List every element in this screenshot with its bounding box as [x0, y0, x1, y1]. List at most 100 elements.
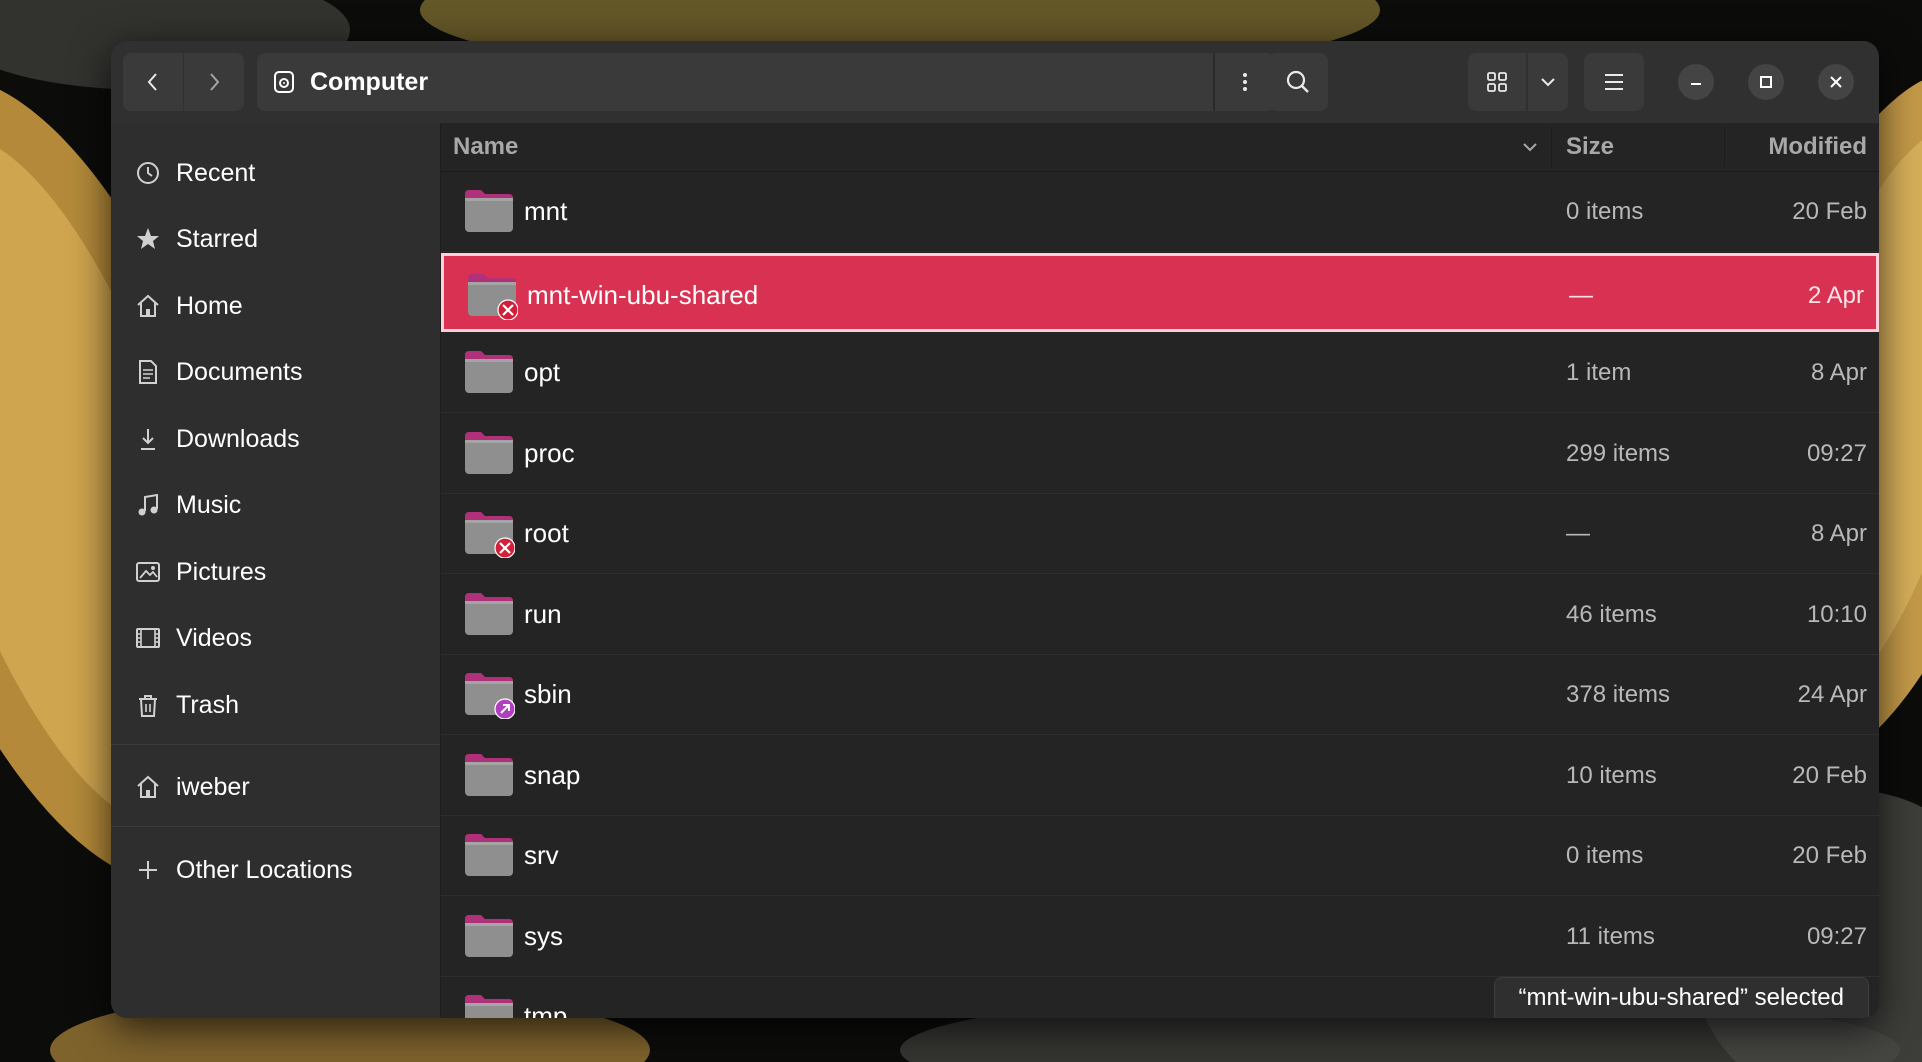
table-row[interactable]: proc 299 items 09:27	[441, 414, 1879, 494]
folder-icon	[463, 186, 515, 236]
folder-icon	[463, 428, 515, 478]
sidebar-item-label: Pictures	[176, 557, 267, 586]
folder-icon	[463, 589, 515, 639]
close-button[interactable]	[1818, 64, 1854, 100]
sidebar-item-label: Documents	[176, 357, 303, 386]
path-location[interactable]: Computer	[257, 53, 1193, 111]
table-row[interactable]: opt 1 item 8 Apr	[441, 333, 1879, 413]
sidebar-item-music[interactable]: Music	[111, 477, 440, 533]
file-size: 46 items	[1566, 600, 1657, 628]
sidebar-item-label: Other Locations	[176, 855, 353, 884]
sidebar-item-downloads[interactable]: Downloads	[111, 411, 440, 467]
grid-icon	[1487, 72, 1507, 92]
path-bar[interactable]: Computer	[257, 53, 1275, 111]
sidebar-item-home[interactable]: Home	[111, 278, 440, 334]
file-size: —	[1569, 281, 1593, 309]
file-size: 378 items	[1566, 681, 1671, 708]
column-modified[interactable]: Modified	[1768, 133, 1867, 161]
file-modified: 20 Feb	[1792, 842, 1867, 869]
file-modified: 20 Feb	[1792, 198, 1867, 225]
file-size: —	[1566, 520, 1590, 547]
sidebar-separator	[111, 744, 440, 745]
file-modified: 20 Feb	[1792, 761, 1867, 789]
column-name[interactable]: Name	[453, 133, 518, 161]
search-button[interactable]	[1268, 53, 1328, 111]
file-size: 0 items	[1566, 198, 1644, 225]
trash-icon	[134, 691, 162, 719]
forward-button[interactable]	[184, 53, 244, 111]
sidebar-separator	[111, 826, 440, 827]
file-modified: 2 Apr	[1807, 281, 1864, 309]
minimize-icon	[1691, 83, 1701, 85]
document-icon	[134, 358, 162, 386]
header-bar: Computer	[111, 41, 1879, 123]
sidebar-item-label: iweber	[176, 772, 250, 801]
column-size[interactable]: Size	[1566, 133, 1614, 161]
sidebar-item-label: Starred	[176, 224, 258, 253]
sidebar-item-documents[interactable]: Documents	[111, 344, 440, 400]
table-row[interactable]: run 46 items 10:10	[441, 575, 1879, 655]
folder-icon	[463, 911, 515, 961]
table-row[interactable]: srv 0 items 20 Feb	[441, 816, 1879, 896]
file-size: 11 items	[1566, 922, 1655, 950]
file-name: mnt	[524, 196, 568, 226]
file-name: mnt-win-ubu-shared	[527, 279, 759, 310]
file-modified: 8 Apr	[1810, 520, 1867, 547]
sidebar-item-trash[interactable]: Trash	[111, 677, 440, 733]
file-name: snap	[524, 759, 581, 790]
sidebar-item-iweber[interactable]: iweber	[111, 759, 440, 815]
column-divider[interactable]	[1551, 127, 1552, 167]
folder-icon	[463, 750, 515, 800]
clock-icon	[134, 159, 162, 187]
plus-icon	[134, 856, 162, 884]
sidebar: Recent Starred Home Documents Downloads …	[111, 123, 441, 1018]
sidebar-item-recent[interactable]: Recent	[111, 145, 440, 201]
table-row[interactable]: sbin 378 items 24 Apr	[441, 655, 1879, 735]
file-size: 1 item	[1566, 359, 1632, 386]
sidebar-item-pictures[interactable]: Pictures	[111, 544, 440, 600]
drive-icon	[271, 69, 297, 95]
sidebar-item-other-locations[interactable]: Other Locations	[111, 842, 440, 898]
search-icon	[1286, 70, 1309, 93]
music-icon	[134, 491, 162, 519]
table-row[interactable]: root — 8 Apr	[441, 494, 1879, 574]
picture-icon	[134, 558, 162, 586]
file-name: opt	[524, 357, 561, 387]
table-row-selected[interactable]: mnt-win-ubu-shared — 2 Apr	[441, 252, 1879, 332]
file-size: 0 items	[1566, 842, 1644, 869]
sidebar-item-label: Videos	[176, 623, 252, 652]
sidebar-item-starred[interactable]: Starred	[111, 211, 440, 267]
location-label: Computer	[310, 67, 429, 96]
file-size: 10 items	[1566, 761, 1657, 789]
sidebar-item-label: Music	[176, 490, 242, 519]
file-name: sys	[524, 920, 563, 951]
sidebar-item-label: Trash	[176, 690, 239, 719]
back-button[interactable]	[123, 53, 183, 111]
minimize-button[interactable]	[1678, 64, 1714, 100]
file-name: proc	[524, 437, 575, 468]
kebab-menu-icon	[1243, 73, 1247, 91]
hamburger-icon	[1605, 74, 1623, 90]
folder-unreadable-icon	[466, 270, 519, 321]
sidebar-item-label: Recent	[176, 158, 256, 187]
file-size: 299 items	[1566, 439, 1671, 467]
main-menu-button[interactable]	[1584, 53, 1644, 111]
sidebar-item-videos[interactable]: Videos	[111, 610, 440, 666]
maximize-button[interactable]	[1748, 64, 1784, 100]
column-divider[interactable]	[1724, 127, 1725, 167]
table-row[interactable]: snap 10 items 20 Feb	[441, 736, 1879, 816]
view-options-button[interactable]	[1528, 53, 1568, 111]
grid-view-button[interactable]	[1468, 53, 1526, 111]
sort-descending-icon[interactable]	[1519, 136, 1541, 158]
chevron-down-icon	[1541, 78, 1555, 87]
file-name: sbin	[524, 679, 572, 709]
file-modified: 24 Apr	[1797, 681, 1867, 708]
maximize-icon	[1760, 76, 1772, 88]
file-manager-window: Computer Recent Starred Home Documents D…	[111, 41, 1879, 1018]
table-row[interactable]: sys 11 items 09:27	[441, 897, 1879, 977]
location-menu-button[interactable]	[1213, 53, 1275, 111]
table-row[interactable]: mnt 0 items 20 Feb	[441, 172, 1879, 252]
file-name: run	[524, 598, 562, 629]
home-icon	[134, 773, 162, 801]
folder-icon	[463, 991, 515, 1018]
